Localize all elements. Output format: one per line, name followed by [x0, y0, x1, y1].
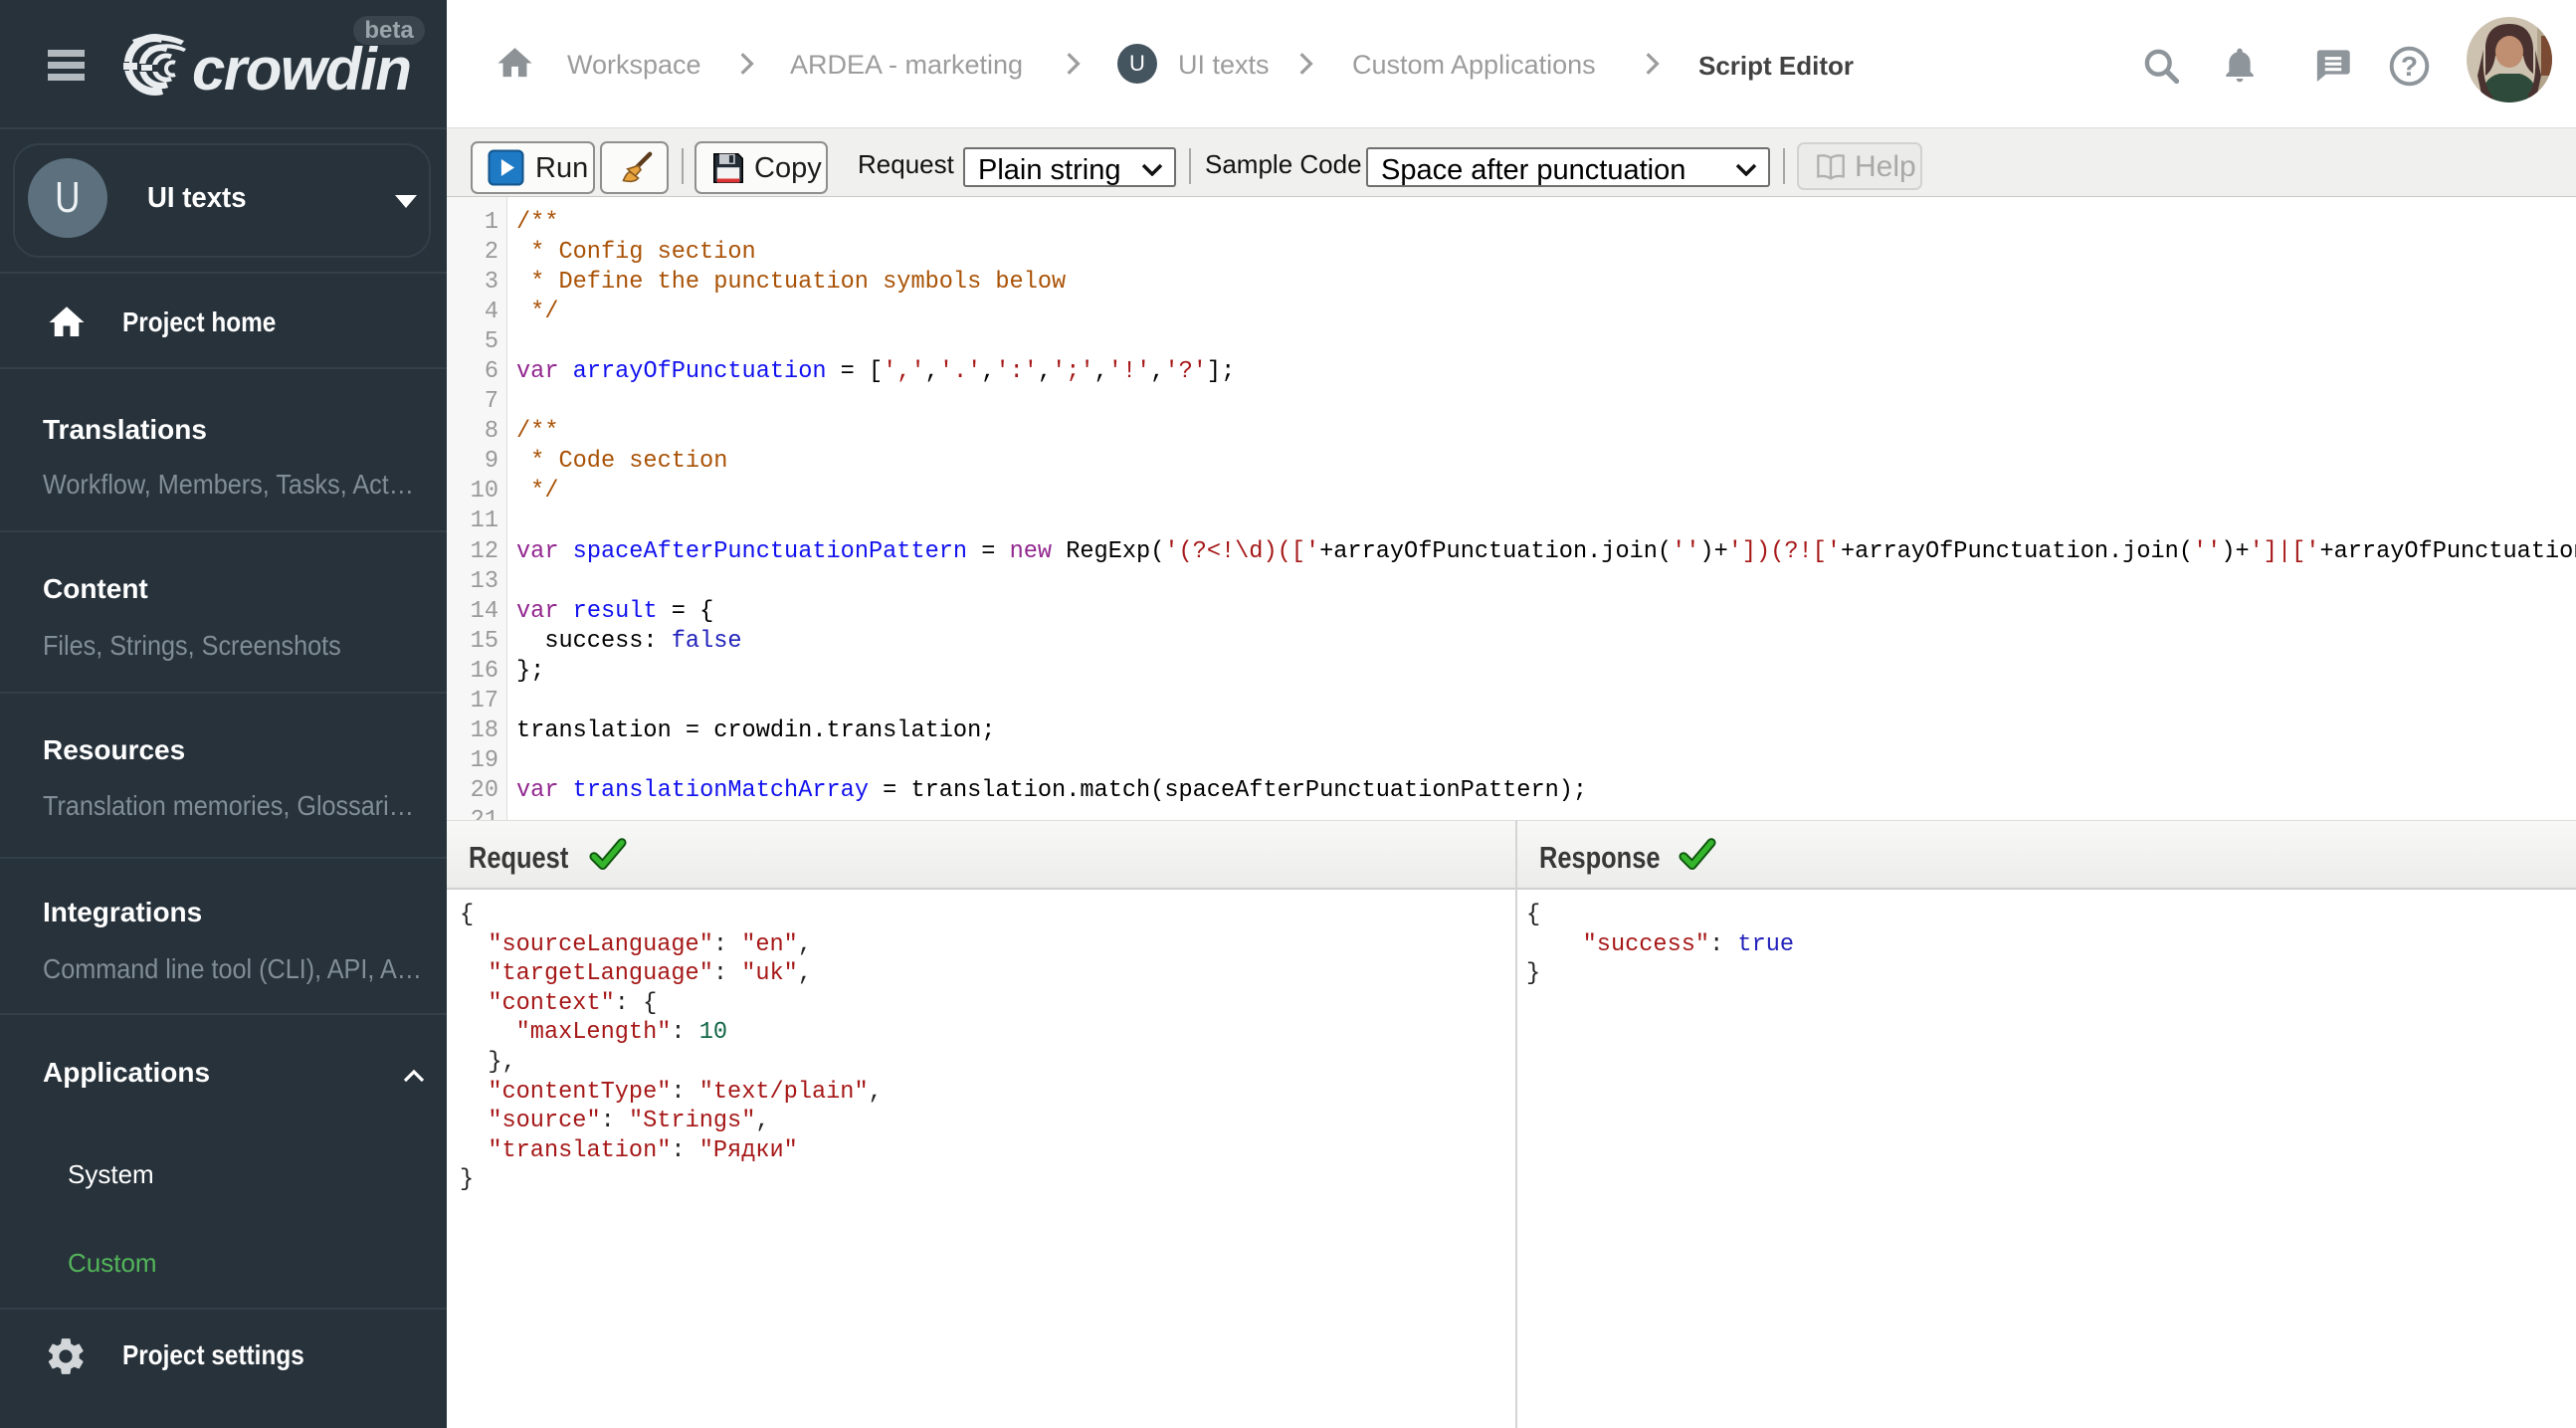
svg-text:crowdin: crowdin — [192, 36, 411, 102]
svg-text:?: ? — [2401, 51, 2418, 82]
